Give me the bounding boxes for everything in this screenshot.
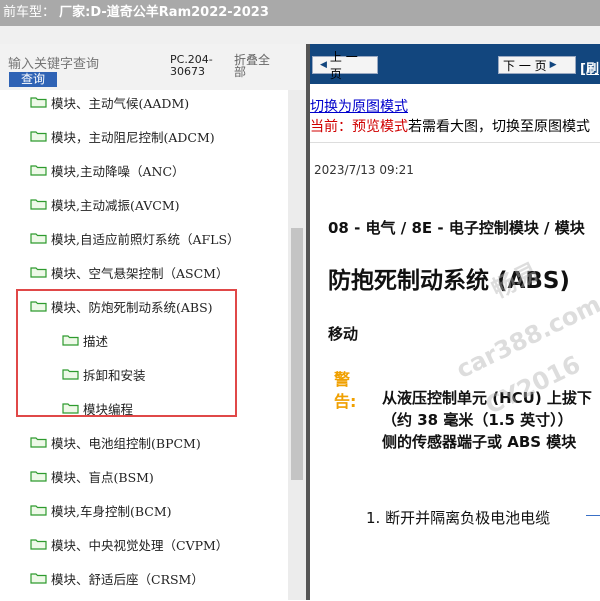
tree-item-label: 模块、盲点(BSM) xyxy=(51,469,154,485)
next-page-button[interactable]: 下 一 页 ▶ xyxy=(498,56,576,74)
switch-original-mode-link[interactable]: 切换为原图模式 xyxy=(310,96,408,116)
folder-icon xyxy=(30,164,47,176)
folder-icon xyxy=(30,130,47,142)
prev-page-button[interactable]: ◀ 上 一 页 xyxy=(312,50,378,81)
vehicle-model: 厂家:D-道奇公羊Ram2022-2023 xyxy=(59,5,269,20)
tree-item-label: 模块、空气悬架控制（ASCM） xyxy=(51,265,229,281)
toolbar-strip xyxy=(0,26,600,45)
doc-section: 移动 xyxy=(328,325,359,343)
pc-code: PC.204-30673 xyxy=(170,53,213,78)
tree-item-label: 模块,主动减振(AVCM) xyxy=(51,197,180,213)
mode-prefix: 当前： xyxy=(310,119,352,135)
folder-icon xyxy=(30,198,47,210)
arrow-right-icon: ▶ xyxy=(549,60,557,70)
tree-item[interactable]: 模块、舒适后座（CRSM） xyxy=(30,568,204,588)
tree-item[interactable]: 模块，主动阻尼控制(ADCM) xyxy=(30,126,215,146)
tree-item-label: 模块、电池组控制(BPCM) xyxy=(51,435,201,451)
tree-item[interactable]: 模块、中央视觉处理（CVPM） xyxy=(30,534,228,554)
tree-item[interactable]: 模块、空气悬架控制（ASCM） xyxy=(30,262,228,282)
search-input[interactable] xyxy=(8,56,158,72)
tree-item[interactable]: 模块、电池组控制(BPCM) xyxy=(30,432,201,452)
doc-step: 1. 断开并隔离负极电池电缆 xyxy=(366,509,551,527)
right-panel: ◀ 上 一 页 下 一 页 ▶ [刷 切换为原图模式 当前：预览模式若需看大图，… xyxy=(310,44,600,601)
window-title-bar: 前车型： 厂家:D-道奇公羊Ram2022-2023 xyxy=(0,0,600,26)
doc-breadcrumb: 08 - 电气 / 8E - 电子控制模块 / 模块 xyxy=(328,219,585,237)
scrollbar-thumb[interactable] xyxy=(291,228,303,480)
tree-item-label: 模块,主动降噪（ANC） xyxy=(51,163,185,179)
tree-item-label: 模块,车身控制(BCM) xyxy=(51,503,172,519)
tree-item[interactable]: 模块,车身控制(BCM) xyxy=(30,500,172,520)
folder-icon xyxy=(30,436,47,448)
warning-label: 警告: xyxy=(334,370,357,411)
folder-icon xyxy=(30,232,47,244)
mode-hint: 若需看大图，切换至原图模式 xyxy=(408,119,590,135)
folder-icon xyxy=(30,96,47,108)
warning-line: （约 38 毫米（1.5 英寸）） xyxy=(382,411,573,429)
folder-icon xyxy=(30,572,47,584)
tree-item-label: 模块、舒适后座（CRSM） xyxy=(51,571,204,587)
tree-item-label: 模块、主动气候(AADM) xyxy=(51,95,190,111)
page-nav-bar: ◀ 上 一 页 下 一 页 ▶ [刷 xyxy=(310,44,600,84)
collapse-all-button[interactable]: 折叠全部 xyxy=(234,54,274,78)
tree-item[interactable]: 模块、主动气候(AADM) xyxy=(30,92,189,112)
search-button[interactable]: 查询 xyxy=(9,72,57,87)
folder-icon xyxy=(30,470,47,482)
tree-item-label: 模块,自适应前照灯系统（AFLS） xyxy=(51,231,240,247)
tree-item[interactable]: 模块,主动减振(AVCM) xyxy=(30,194,180,214)
folder-icon xyxy=(30,504,47,516)
next-page-label: 下 一 页 xyxy=(503,58,547,73)
tree-scrollbar[interactable] xyxy=(288,90,306,600)
tree-item-label: 模块、中央视觉处理（CVPM） xyxy=(51,537,229,553)
folder-icon xyxy=(30,538,47,550)
tree-item[interactable]: 模块,自适应前照灯系统（AFLS） xyxy=(30,228,240,248)
arrow-left-icon: ◀ xyxy=(320,60,327,70)
prev-page-label: 上 一 页 xyxy=(329,50,358,81)
mode-name: 预览模式 xyxy=(352,119,408,135)
search-bar: 查询 PC.204-30673 折叠全部 xyxy=(0,44,306,90)
vehicle-label: 前车型： xyxy=(3,5,56,20)
tree-item[interactable]: 模块,主动降噪（ANC） xyxy=(30,160,185,180)
tree-item-label: 模块，主动阻尼控制(ADCM) xyxy=(51,129,215,145)
refresh-link[interactable]: [刷 xyxy=(580,58,599,77)
step-underline xyxy=(586,515,600,516)
tree-item[interactable]: 模块、盲点(BSM) xyxy=(30,466,154,486)
document-preview: 2023/7/13 09:21 08 - 电气 / 8E - 电子控制模块 / … xyxy=(310,142,600,601)
doc-timestamp: 2023/7/13 09:21 xyxy=(314,163,414,177)
highlight-box xyxy=(16,289,237,417)
mode-status: 当前：预览模式若需看大图，切换至原图模式 xyxy=(310,116,590,136)
folder-icon xyxy=(30,266,47,278)
warning-line: 侧的传感器端子或 ABS 模块 xyxy=(382,433,577,451)
